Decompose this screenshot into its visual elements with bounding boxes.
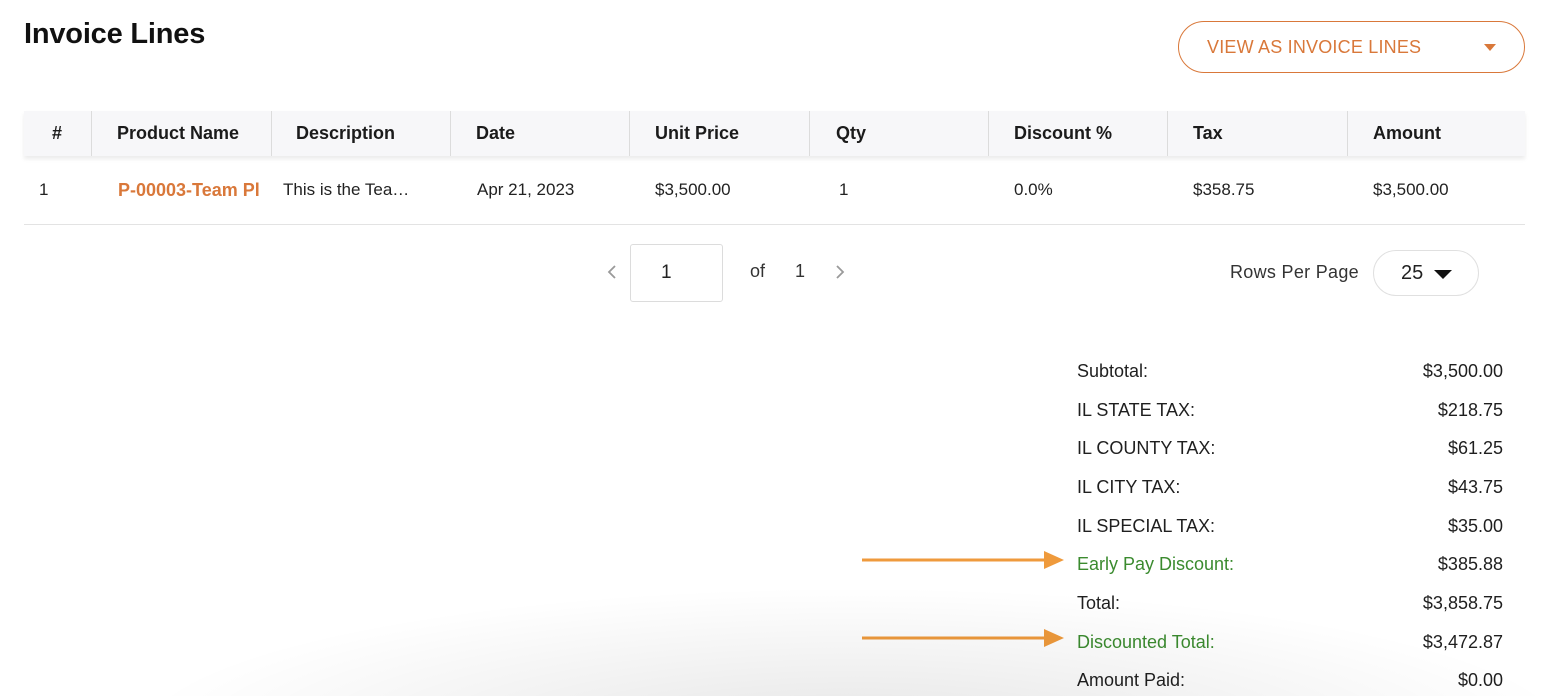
summary-label: Amount Paid: bbox=[1077, 670, 1186, 691]
summary-row-special-tax: IL SPECIAL TAX: $35.00 bbox=[1077, 507, 1503, 546]
summary-row-county-tax: IL COUNTY TAX: $61.25 bbox=[1077, 429, 1503, 468]
arrow-right-icon bbox=[862, 551, 1064, 569]
summary-label: IL STATE TAX: bbox=[1077, 399, 1196, 420]
column-header-discount[interactable]: Discount % bbox=[989, 111, 1168, 156]
total-pages: 1 bbox=[795, 261, 806, 281]
column-header-product-name[interactable]: Product Name bbox=[92, 111, 272, 156]
column-header-amount[interactable]: Amount bbox=[1348, 111, 1525, 156]
summary-label: Early Pay Discount: bbox=[1077, 554, 1235, 575]
summary-label: IL COUNTY TAX: bbox=[1077, 438, 1216, 459]
cell-discount: 0.0% bbox=[1014, 180, 1053, 199]
chevron-right-icon[interactable] bbox=[832, 262, 848, 282]
column-header-description[interactable]: Description bbox=[272, 111, 451, 156]
column-header-unit-price[interactable]: Unit Price bbox=[630, 111, 810, 156]
summary-row-state-tax: IL STATE TAX: $218.75 bbox=[1077, 391, 1503, 430]
summary-label: IL CITY TAX: bbox=[1077, 476, 1181, 497]
arrow-right-icon bbox=[862, 629, 1064, 647]
summary-value: $3,858.75 bbox=[1422, 592, 1503, 613]
column-header-qty[interactable]: Qty bbox=[810, 111, 989, 156]
summary-row-early-pay-discount: Early Pay Discount: $385.88 bbox=[1077, 545, 1503, 584]
summary-value: $3,472.87 bbox=[1422, 631, 1503, 652]
summary-row-city-tax: IL CITY TAX: $43.75 bbox=[1077, 468, 1503, 507]
summary-label: IL SPECIAL TAX: bbox=[1077, 515, 1216, 536]
summary-row-discounted-total: Discounted Total: $3,472.87 bbox=[1077, 623, 1503, 662]
summary-value: $61.25 bbox=[1447, 438, 1503, 459]
page-number-input[interactable] bbox=[630, 244, 723, 302]
summary-label: Discounted Total: bbox=[1077, 631, 1215, 652]
column-header-tax[interactable]: Tax bbox=[1168, 111, 1348, 156]
caret-down-icon bbox=[1434, 270, 1452, 279]
rows-per-page-select[interactable]: 25 bbox=[1373, 250, 1479, 296]
summary-value: $0.00 bbox=[1457, 670, 1503, 691]
table-row: 1 P-00003-Team Pl This is the Tea… Apr 2… bbox=[24, 156, 1525, 225]
caret-down-icon bbox=[1484, 43, 1496, 51]
summary-row-subtotal: Subtotal: $3,500.00 bbox=[1077, 352, 1503, 391]
cell-product-link[interactable]: P-00003-Team Pl bbox=[92, 180, 272, 201]
rows-per-page-label: Rows Per Page bbox=[1230, 262, 1359, 282]
rows-per-page-value: 25 bbox=[1401, 261, 1424, 284]
summary-label: Subtotal: bbox=[1077, 360, 1149, 381]
table-header: # Product Name Description Date Unit Pri… bbox=[24, 111, 1525, 156]
chevron-left-icon[interactable] bbox=[604, 262, 620, 282]
summary-value: $43.75 bbox=[1447, 476, 1503, 497]
summary-row-total: Total: $3,858.75 bbox=[1077, 584, 1503, 623]
page-title: Invoice Lines bbox=[24, 18, 206, 50]
summary-value: $35.00 bbox=[1447, 515, 1503, 536]
of-label: of bbox=[750, 261, 766, 281]
cell-tax: $358.75 bbox=[1193, 180, 1255, 199]
invoice-lines-table: # Product Name Description Date Unit Pri… bbox=[24, 111, 1525, 225]
cell-description: This is the Tea… bbox=[283, 180, 410, 199]
summary-value: $3,500.00 bbox=[1422, 360, 1503, 381]
column-header-date[interactable]: Date bbox=[451, 111, 630, 156]
cell-amount: $3,500.00 bbox=[1373, 180, 1449, 199]
summary-row-amount-paid: Amount Paid: $0.00 bbox=[1077, 662, 1503, 696]
summary-value: $218.75 bbox=[1437, 399, 1503, 420]
invoice-summary: Subtotal: $3,500.00 IL STATE TAX: $218.7… bbox=[1077, 352, 1503, 696]
view-as-select-label: VIEW AS INVOICE LINES bbox=[1207, 36, 1422, 57]
cell-qty: 1 bbox=[839, 180, 849, 199]
view-as-select[interactable]: VIEW AS INVOICE LINES bbox=[1178, 21, 1525, 73]
cell-number: 1 bbox=[39, 180, 49, 199]
summary-value: $385.88 bbox=[1437, 554, 1503, 575]
column-header-number[interactable]: # bbox=[24, 111, 92, 156]
cell-date: Apr 21, 2023 bbox=[477, 180, 575, 199]
summary-label: Total: bbox=[1077, 592, 1121, 613]
cell-unit-price: $3,500.00 bbox=[655, 180, 731, 199]
